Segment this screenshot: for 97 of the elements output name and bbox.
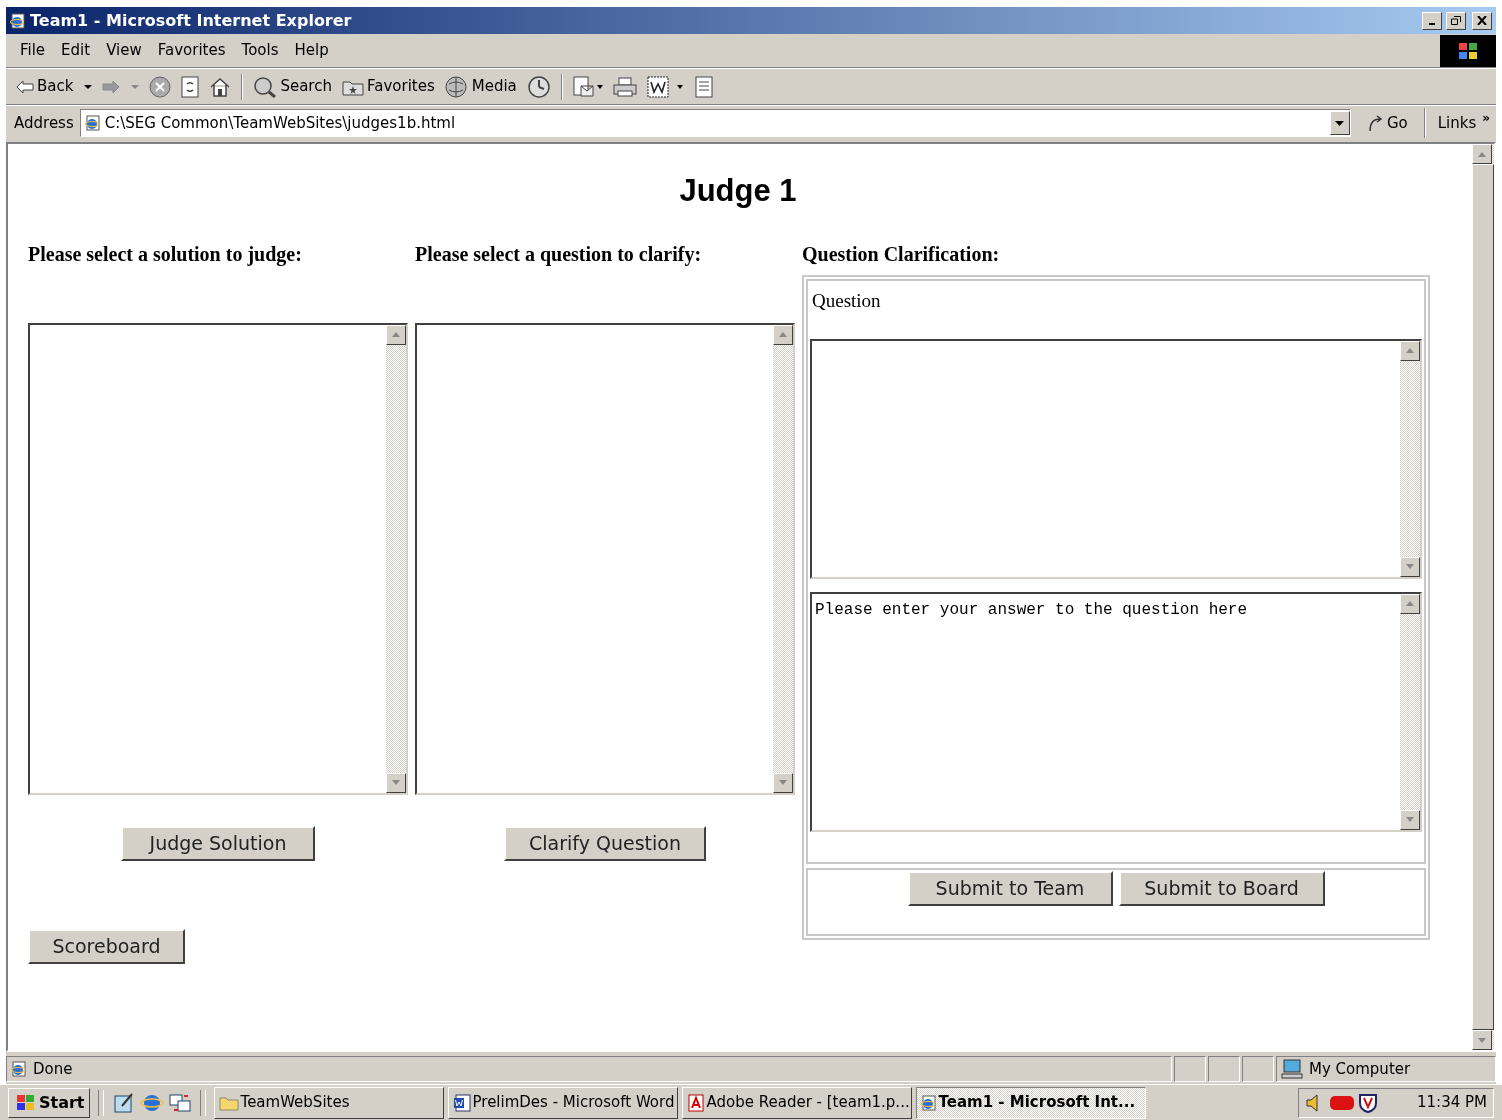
close-icon [1477,16,1487,25]
address-label: Address [14,112,74,134]
shield-icon [1359,1092,1377,1113]
scroll-down-button[interactable] [773,772,793,793]
menu-item[interactable]: Help [286,39,337,62]
caret-icon [131,84,140,89]
left-arrow-icon [16,79,34,94]
down-triangle-icon [779,780,787,785]
status-panel [1174,1056,1206,1082]
w-document-icon [646,75,685,98]
up-triangle-icon [1478,151,1486,157]
section-label: Please select a solution to judge: [28,241,303,268]
taskbar-button[interactable]: TeamWebSites [213,1086,444,1119]
down-triangle-icon [1406,564,1414,569]
vertical-scrollbar[interactable] [1400,340,1420,577]
right-arrow-icon [102,79,121,94]
submit-to-board-button[interactable]: Submit to Board [1118,870,1325,906]
favorites-button[interactable]: Favorites [341,71,435,102]
down-triangle-icon [1406,817,1414,822]
vertical-scrollbar[interactable] [386,324,406,793]
menu-item[interactable]: Favorites [149,39,234,62]
windows-logo-icon [1440,34,1496,67]
minimize-icon [1429,23,1435,25]
printer-icon [612,76,637,97]
menu-item[interactable]: File [12,39,54,62]
media-button[interactable]: Media [444,71,517,102]
document-lines-icon [694,75,713,98]
clock-icon [526,74,551,99]
go-button[interactable]: Go [1356,111,1418,135]
taskbar-button[interactable]: Team1 - Microsoft Int... [915,1086,1146,1119]
media-globe-icon [444,75,469,98]
search-button[interactable]: Search [253,71,332,102]
up-triangle-icon [779,332,787,337]
up-triangle-icon [1406,348,1414,353]
submit-to-team-button[interactable]: Submit to Team [907,870,1113,906]
restore-icon [1451,16,1461,25]
refresh-page-icon [181,75,200,98]
judge-solution-button[interactable]: Judge Solution [121,825,315,861]
menu-item[interactable]: Edit [53,39,99,62]
caret-icon [84,84,93,89]
taskbar-button[interactable]: Adobe Reader - [team1.p... [681,1086,912,1119]
scroll-down-button[interactable] [1472,1030,1492,1050]
down-triangle-icon [1478,1037,1486,1043]
up-triangle-icon [1406,601,1414,606]
page-icon [84,115,101,131]
more-chevron[interactable]: » [1482,111,1490,124]
curved-arrow-icon [1366,114,1385,132]
w-document-icon [452,1093,471,1112]
magnifier-globe-icon [253,75,278,98]
dropdown-button[interactable] [1329,111,1350,135]
links-button[interactable]: Links » [1431,111,1496,135]
clarify-question-button[interactable]: Clarify Question [504,825,706,861]
section-label: Please select a question to clarify: [415,241,703,268]
browser-icon [10,12,26,29]
scroll-up-button[interactable] [1400,340,1420,361]
address-field[interactable]: C:\SEG Common\TeamWebSites\judges1b.html [79,109,1351,137]
scroll-down-button[interactable] [1400,556,1420,577]
status-text: Done [33,1058,73,1080]
notepad-icon [111,1091,136,1114]
vertical-scrollbar[interactable] [1400,593,1420,830]
globe-page-icon [920,1094,937,1111]
scroll-up-button[interactable] [773,324,793,345]
pdf-document-icon [686,1093,705,1112]
scroll-up-button[interactable] [1472,144,1492,164]
start-button[interactable]: Start [8,1087,90,1118]
page-heading: Judge 1 [679,172,797,210]
caret-icon [1335,120,1345,126]
restore-button[interactable] [1446,11,1466,30]
taskbar-button[interactable]: PrelimDes - Microsoft Word [447,1086,678,1119]
computer-icon [1281,1059,1303,1079]
scroll-up-button[interactable] [386,324,406,345]
sync-windows-icon [167,1091,192,1114]
page-icon [11,1061,27,1077]
envelope-page-icon [572,75,603,98]
back-button[interactable]: Back [16,71,93,102]
status-panel [1208,1056,1240,1082]
answer-text-area[interactable]: Please enter your answer to the question here [810,591,1422,832]
zone-text: My Computer [1309,1058,1411,1080]
question-label: Question [811,288,882,313]
scroll-down-button[interactable] [1400,809,1420,830]
home-icon [209,76,232,97]
stop-icon [149,75,172,98]
folder-icon [218,1094,239,1111]
scoreboard-button[interactable]: Scoreboard [28,928,185,964]
up-triangle-icon [392,332,400,337]
vertical-scrollbar[interactable] [773,324,793,793]
scroll-up-button[interactable] [1400,593,1420,614]
close-button[interactable] [1472,11,1492,30]
menu-item[interactable]: View [98,39,150,62]
window-title: Team1 - Microsoft Internet Explorer [30,9,352,32]
status-panel [1242,1056,1274,1082]
scroll-down-button[interactable] [386,772,406,793]
menu-item[interactable]: Tools [233,39,287,62]
minimize-button[interactable] [1422,11,1442,30]
section-label: Question Clarification: [802,241,1001,267]
clock-text: 11:34 PM [1417,1092,1487,1114]
down-triangle-icon [392,780,400,785]
